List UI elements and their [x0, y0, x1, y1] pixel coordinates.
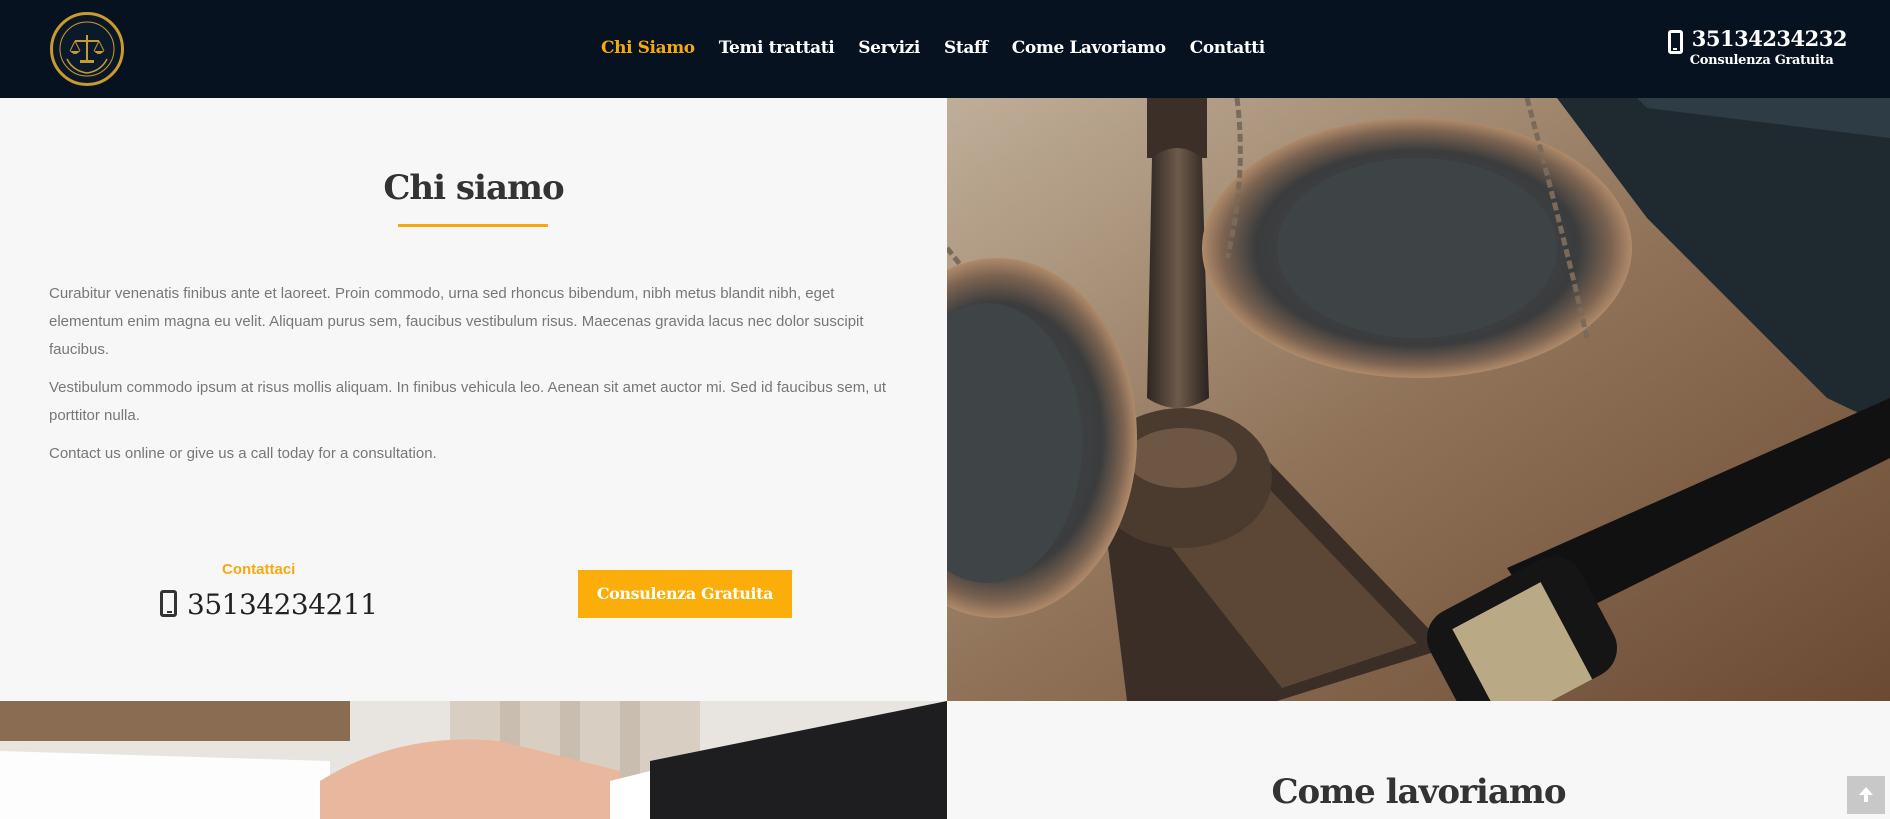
mobile-phone-icon	[1667, 30, 1683, 54]
site-header: Chi Siamo Temi trattati Servizi Staff Co…	[0, 0, 1890, 98]
contact-label: Contattaci	[222, 561, 296, 578]
how-we-work-section: Come lavoriamo	[947, 701, 1890, 819]
header-phone-caption: Consulenza Gratuita	[1689, 53, 1834, 68]
header-phone-number[interactable]: 35134234232	[1692, 26, 1848, 51]
contact-phone-number[interactable]: 35134234211	[187, 588, 378, 621]
logo-emblem-icon[interactable]	[50, 12, 124, 86]
nav-come-lavoriamo[interactable]: Come Lavoriamo	[1012, 38, 1166, 58]
about-title: Chi siamo	[383, 168, 564, 208]
title-underline	[398, 224, 548, 227]
header-phone[interactable]: 35134234232 Consulenza Gratuita	[1664, 26, 1848, 68]
about-paragraph: Curabitur venenatis finibus ante et laor…	[49, 285, 864, 358]
nav-staff[interactable]: Staff	[944, 38, 988, 58]
nav-contatti[interactable]: Contatti	[1190, 38, 1265, 58]
about-body: Curabitur venenatis finibus ante et laor…	[49, 280, 899, 478]
how-we-work-title: Come lavoriamo	[1271, 772, 1566, 812]
free-consultation-button[interactable]: Consulenza Gratuita	[578, 570, 792, 618]
nav-chi-siamo[interactable]: Chi Siamo	[601, 38, 695, 58]
main-nav: Chi Siamo Temi trattati Servizi Staff Co…	[601, 38, 1289, 58]
mobile-phone-icon	[160, 590, 177, 617]
scales-gavel-image	[947, 98, 1890, 701]
nav-temi-trattati[interactable]: Temi trattati	[719, 38, 835, 58]
contact-phone[interactable]: 35134234211	[160, 588, 378, 621]
about-paragraph: Contact us online or give us a call toda…	[49, 445, 437, 462]
nav-servizi[interactable]: Servizi	[858, 38, 920, 58]
handshake-image	[0, 701, 947, 819]
back-to-top-icon[interactable]	[1847, 776, 1885, 814]
about-section: Chi siamo Curabitur venenatis finibus an…	[0, 98, 947, 701]
about-paragraph: Vestibulum commodo ipsum at risus mollis…	[49, 379, 887, 424]
